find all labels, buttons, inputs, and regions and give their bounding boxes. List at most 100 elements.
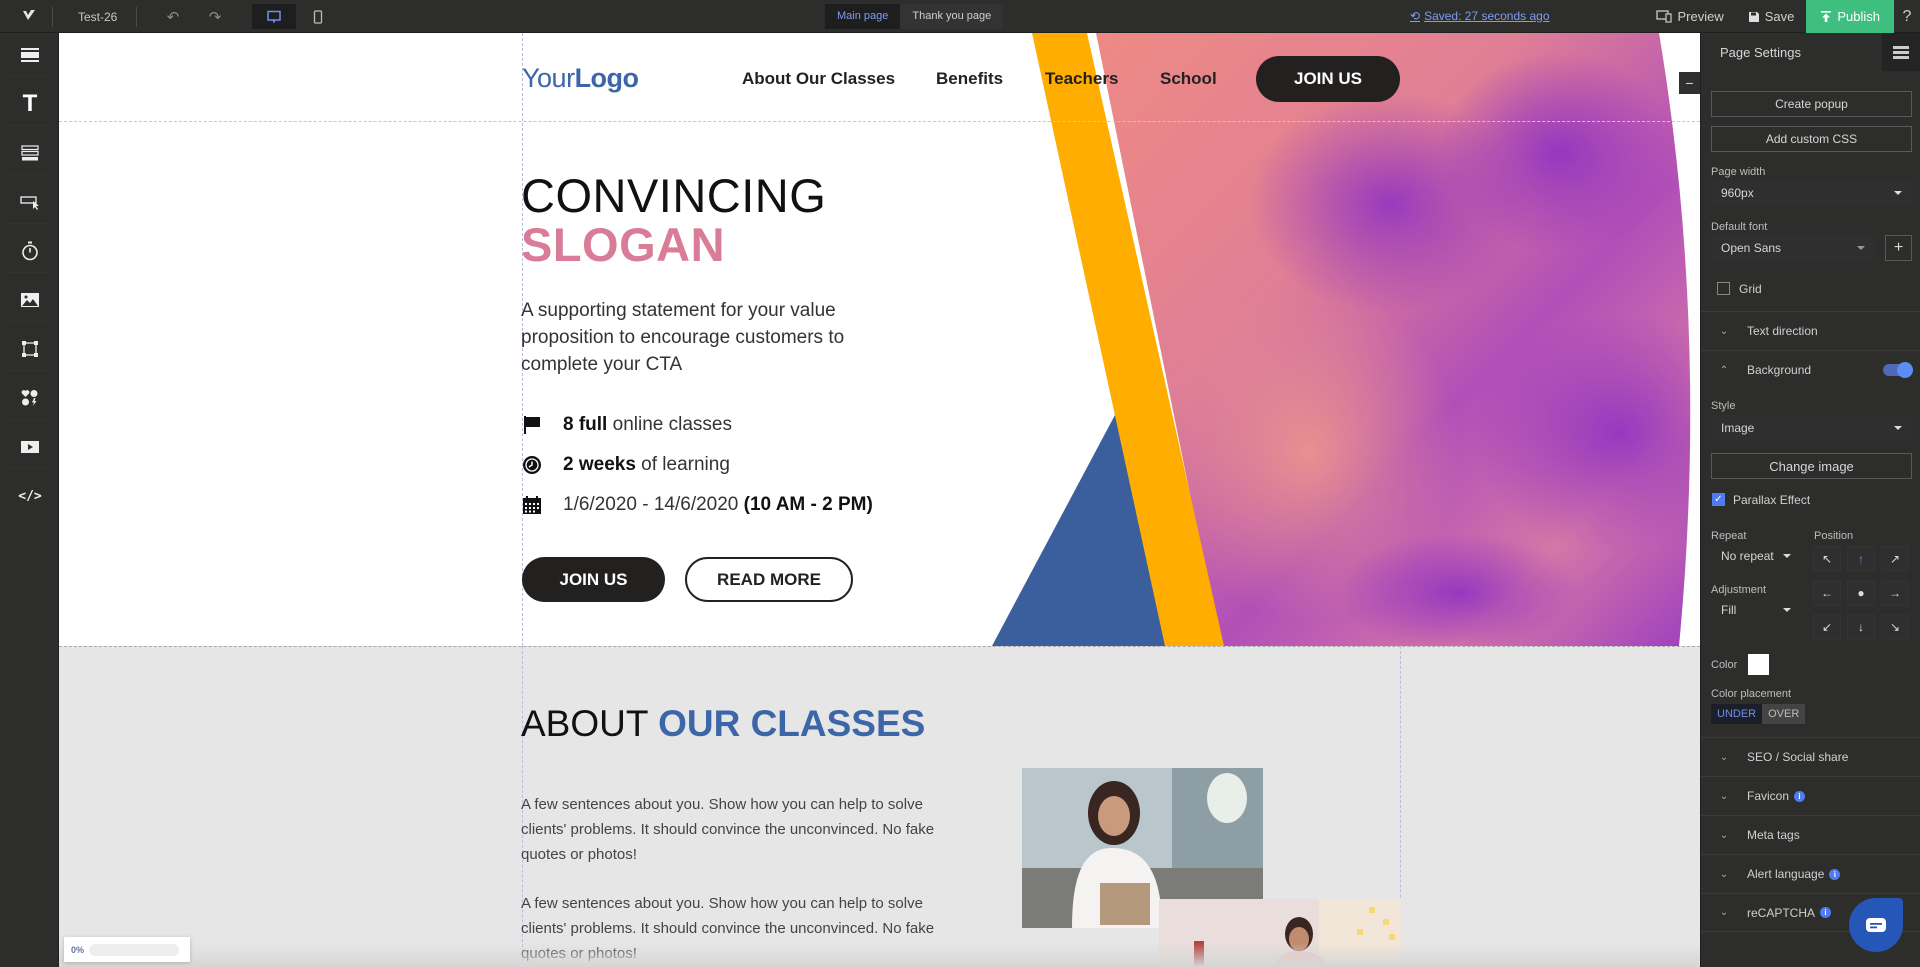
repeat-select[interactable]: No repeat [1711, 543, 1801, 569]
position-bottom-right-icon[interactable]: ↘ [1881, 614, 1909, 640]
tab-main-page[interactable]: Main page [825, 4, 901, 29]
position-top-center-icon[interactable]: ↑ [1847, 546, 1875, 572]
save-button[interactable]: Save [1736, 0, 1807, 33]
section-meta-tags[interactable]: ⌄ Meta tags [1701, 815, 1920, 854]
position-top-left-icon[interactable]: ↖ [1813, 546, 1841, 572]
position-center-left-icon[interactable]: ← [1813, 580, 1841, 606]
section-favicon[interactable]: ⌄ Favicon i [1701, 776, 1920, 815]
hero-read-more-button[interactable]: READ MORE [685, 557, 853, 602]
site-logo[interactable]: YourLogo [522, 63, 639, 94]
feature-item[interactable]: 2 weeks of learning [521, 454, 730, 476]
app-logo-icon[interactable] [20, 8, 38, 24]
background-toggle[interactable] [1883, 362, 1913, 378]
feature-item[interactable]: 8 full online classes [521, 414, 732, 436]
default-font-label: Default font [1711, 221, 1768, 233]
section-label: reCAPTCHA [1747, 905, 1816, 920]
section-background[interactable]: ⌃ Background [1701, 350, 1920, 389]
about-title[interactable]: ABOUT OUR CLASSES [521, 703, 925, 745]
chevron-down-icon: ⌄ [1719, 868, 1729, 880]
placement-under-button[interactable]: UNDER [1711, 704, 1763, 724]
change-image-button[interactable]: Change image [1711, 453, 1912, 479]
section-divider [59, 646, 1700, 647]
nav-link-about[interactable]: About Our Classes [742, 69, 895, 89]
section-label: Background [1747, 363, 1812, 377]
nav-link-teachers[interactable]: Teachers [1045, 69, 1118, 89]
page-width-select[interactable]: 960px [1711, 180, 1912, 206]
nav-link-school[interactable]: School [1160, 69, 1217, 89]
tab-thank-you-page[interactable]: Thank you page [900, 4, 1004, 29]
add-button-tool[interactable] [8, 180, 52, 224]
style-select[interactable]: Image [1711, 415, 1912, 441]
add-form-tool[interactable] [8, 131, 52, 175]
section-label: Alert language [1747, 867, 1825, 881]
help-button[interactable]: ? [1894, 0, 1920, 33]
mobile-view-button[interactable] [296, 4, 340, 29]
add-code-tool[interactable]: </> [8, 474, 52, 518]
hero-title-line1[interactable]: CONVINCING [521, 168, 826, 223]
add-video-tool[interactable] [8, 425, 52, 469]
add-timer-tool[interactable] [8, 229, 52, 273]
chevron-down-icon: ⌄ [1719, 790, 1729, 802]
position-bottom-center-icon[interactable]: ↓ [1847, 614, 1875, 640]
redo-icon[interactable]: ↷ [204, 6, 226, 28]
hero-title-line2[interactable]: SLOGAN [521, 217, 725, 272]
info-icon[interactable]: i [1820, 907, 1832, 918]
feature-item[interactable]: 1/6/2020 - 14/6/2020 (10 AM - 2 PM) [521, 494, 873, 516]
social-icons-icon [21, 389, 38, 406]
add-social-icons-tool[interactable] [8, 376, 52, 420]
project-title[interactable]: Test-26 [78, 10, 117, 24]
layers-button[interactable] [1882, 33, 1920, 71]
add-box-tool[interactable] [8, 327, 52, 371]
section-text-direction[interactable]: ⌄ Text direction [1701, 311, 1920, 350]
progress-percent: 0% [71, 944, 85, 955]
preview-button[interactable]: Preview [1644, 0, 1735, 33]
default-font-select[interactable]: Open Sans [1711, 235, 1875, 261]
nav-join-button[interactable]: JOIN US [1256, 56, 1400, 102]
position-center-icon[interactable]: ● [1847, 580, 1875, 606]
position-center-right-icon[interactable]: → [1881, 580, 1909, 606]
section-alert-language[interactable]: ⌄ Alert language i [1701, 854, 1920, 893]
desktop-view-button[interactable] [252, 4, 296, 29]
undo-icon[interactable]: ↶ [162, 6, 184, 28]
position-grid: ↖ ↑ ↗ ← ● → ↙ ↓ ↘ [1813, 546, 1909, 640]
hero-support-text[interactable]: A supporting statement for your value pr… [521, 297, 881, 378]
add-text-tool[interactable]: T [8, 82, 52, 126]
color-placement-toggle: UNDER OVER [1711, 704, 1806, 724]
collapse-section-button[interactable]: − [1679, 72, 1700, 94]
parallax-checkbox[interactable]: ✓ [1712, 493, 1725, 506]
hero-section[interactable]: YourLogo About Our Classes Benefits Teac… [59, 33, 1700, 646]
desktop-icon [267, 10, 281, 22]
color-swatch[interactable] [1748, 654, 1769, 675]
hero-join-button[interactable]: JOIN US [522, 557, 665, 602]
image-icon [21, 292, 39, 307]
position-bottom-left-icon[interactable]: ↙ [1813, 614, 1841, 640]
page-settings-panel: Page Settings Create popup Add custom CS… [1700, 33, 1920, 967]
about-paragraph[interactable]: A few sentences about you. Show how you … [521, 792, 971, 867]
position-label: Position [1814, 530, 1854, 542]
nav-link-benefits[interactable]: Benefits [936, 69, 1003, 89]
divider [52, 7, 53, 27]
placement-over-button[interactable]: OVER [1762, 704, 1806, 724]
add-image-tool[interactable] [8, 278, 52, 322]
chat-support-button[interactable] [1849, 898, 1903, 952]
form-icon [21, 144, 39, 160]
timer-icon [22, 241, 38, 260]
parallax-label: Parallax Effect [1733, 493, 1811, 507]
editor-canvas[interactable]: YourLogo About Our Classes Benefits Teac… [59, 33, 1700, 967]
section-seo-social[interactable]: ⌄ SEO / Social share [1701, 737, 1920, 776]
divider [136, 7, 137, 27]
add-section-tool[interactable] [8, 33, 52, 77]
saved-status-link[interactable]: ⟲ Saved: 27 seconds ago [1410, 9, 1550, 23]
grid-checkbox[interactable] [1717, 282, 1730, 295]
add-font-button[interactable]: + [1885, 235, 1912, 261]
info-icon[interactable]: i [1829, 868, 1841, 880]
position-top-right-icon[interactable]: ↗ [1881, 546, 1909, 572]
info-icon[interactable]: i [1794, 790, 1806, 802]
publish-button[interactable]: Publish [1806, 0, 1894, 33]
caret-down-icon [1783, 554, 1791, 558]
section-label: SEO / Social share [1747, 750, 1849, 764]
page-tabs: Main page Thank you page [825, 4, 1004, 29]
create-popup-button[interactable]: Create popup [1711, 91, 1912, 117]
adjustment-select[interactable]: Fill [1711, 597, 1801, 623]
add-custom-css-button[interactable]: Add custom CSS [1711, 126, 1912, 152]
